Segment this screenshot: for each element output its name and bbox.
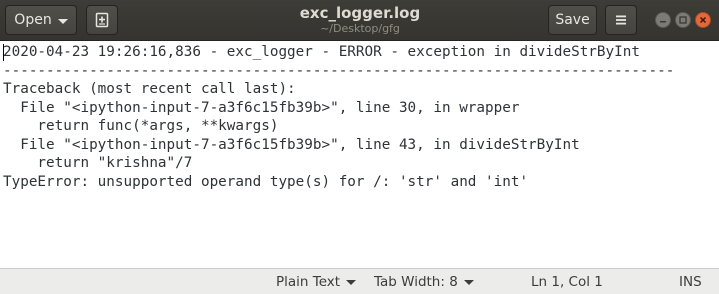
window-title-area: exc_logger.log ~/Desktop/gfg [250,4,470,36]
language-selector[interactable]: Plain Text [276,274,357,290]
maximize-button[interactable] [675,12,691,28]
new-tab-button[interactable] [86,5,118,35]
editor-line: File "<ipython-input-7-a3f6c15fb39b>", l… [3,99,520,116]
insert-mode-indicator: INS [679,274,702,290]
editor-line: return func(*args, **kwargs) [3,118,279,134]
language-label: Plain Text [276,274,341,290]
menu-button[interactable] [605,5,637,35]
editor-line: 2020-04-23 19:26:16,836 - exc_logger - E… [3,44,640,60]
minimize-icon [660,21,666,23]
chevron-down-icon [57,18,68,24]
cursor-position[interactable]: Ln 1, Col 1 [531,274,603,290]
editor-line: return "krishna"/7 [3,155,193,171]
window-title: exc_logger.log [299,4,421,22]
editor-line: ----------------------------------------… [3,62,675,79]
chevron-down-icon [346,280,357,285]
cursor-position-label: Ln 1, Col 1 [531,274,603,290]
chevron-down-icon [463,280,474,285]
close-button[interactable] [695,12,711,28]
close-icon [699,16,707,24]
minimize-button[interactable] [655,12,671,28]
open-button[interactable]: Open [5,5,77,35]
editor-line: Traceback (most recent call last): [3,81,296,97]
open-button-label: Open [14,12,52,28]
header-bar: Open exc_logger.log ~/Desktop/gfg Save [0,0,719,41]
editor-line: File "<ipython-input-7-a3f6c15fb39b>", l… [3,136,580,153]
status-bar: Plain Text Tab Width: 8 Ln 1, Col 1 INS [0,268,719,294]
tab-width-label: Tab Width: 8 [374,274,458,290]
save-button[interactable]: Save [548,5,597,35]
new-tab-icon [95,12,109,28]
save-button-label: Save [555,12,590,28]
window-subtitle: ~/Desktop/gfg [320,22,400,35]
tab-width-selector[interactable]: Tab Width: 8 [374,274,474,290]
maximize-icon [679,16,687,24]
text-editor-area[interactable]: 2020-04-23 19:26:16,836 - exc_logger - E… [0,41,719,268]
editor-line: TypeError: unsupported operand type(s) f… [3,173,529,190]
text-cursor [3,44,4,61]
insert-mode-label: INS [679,274,702,290]
hamburger-menu-icon [616,15,626,25]
